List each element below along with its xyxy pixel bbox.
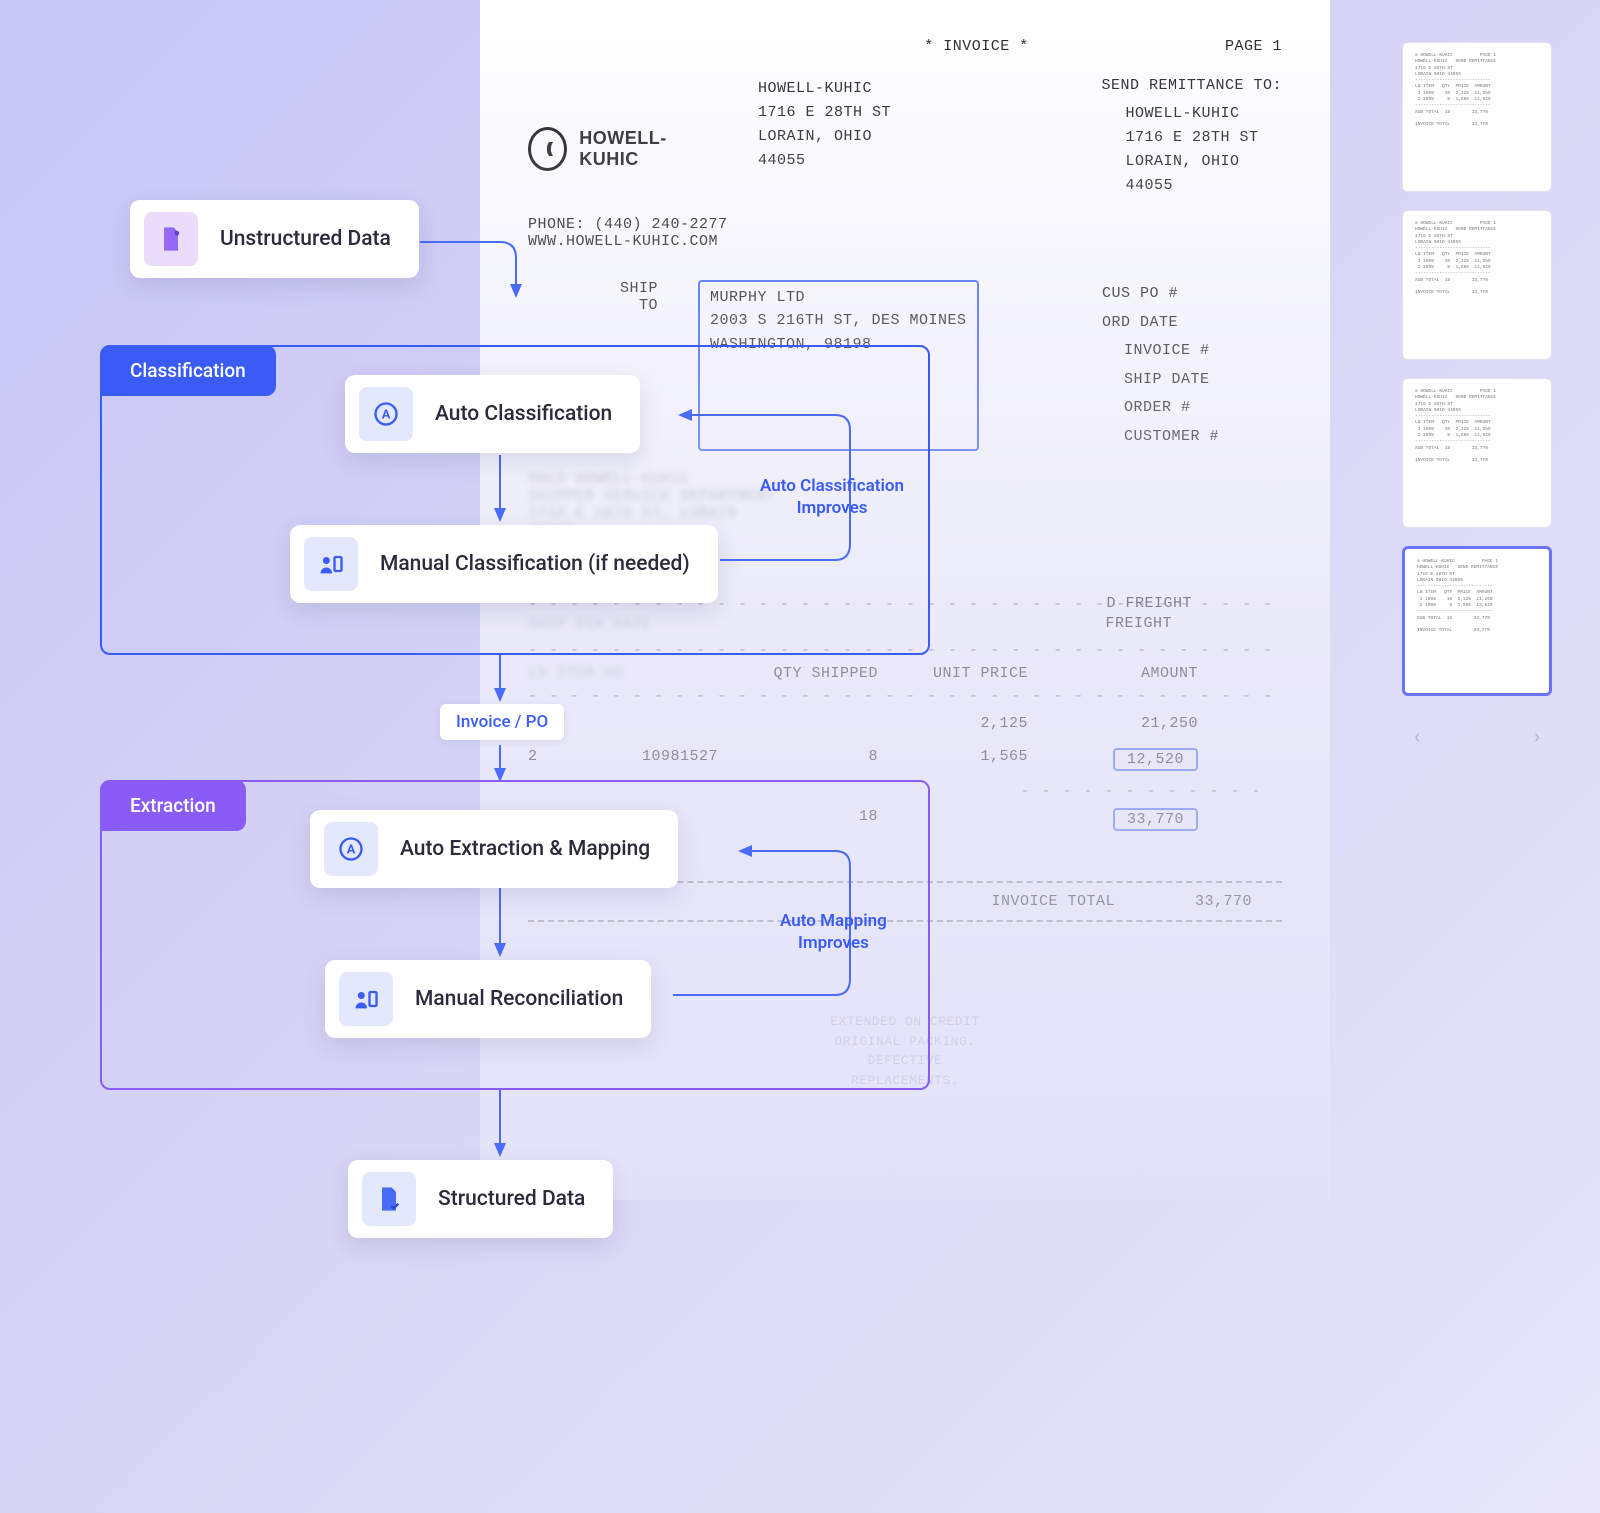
line-amount: 21,250 (1028, 715, 1198, 732)
thumbnail-nav: ‹ › (1402, 724, 1552, 748)
thumbnail[interactable]: ⊙ HOWELL-KUHIC PAGE 1 HOWELL-KUHIC SEND … (1402, 378, 1552, 528)
card-label: Auto Extraction & Mapping (400, 837, 650, 861)
card-label: Manual Reconciliation (415, 987, 623, 1011)
invoice-po-pill: Invoice / PO (440, 704, 564, 740)
manual-reconciliation-card: Manual Reconciliation (325, 960, 651, 1038)
manual-icon (339, 972, 393, 1026)
meta-order-no: ORDER # (1124, 394, 1282, 423)
extraction-tab: Extraction (100, 780, 246, 831)
tab-label: Classification (130, 359, 246, 382)
svg-text:A: A (347, 843, 356, 858)
remittance-address: HOWELL-KUHIC 1716 E 28TH ST LORAIN, OHIO… (1125, 102, 1282, 198)
thumbnail[interactable]: ⊙ HOWELL-KUHIC PAGE 1 HOWELL-KUHIC SEND … (1402, 42, 1552, 192)
pill-label: Invoice / PO (456, 712, 548, 732)
document-check-icon (362, 1172, 416, 1226)
prev-thumbnail-icon[interactable]: ‹ (1414, 724, 1420, 748)
classification-feedback-label: Auto Classification Improves (760, 475, 904, 519)
subtotal-amount-highlight: 33,770 (1113, 808, 1198, 831)
meta-ship-date: SHIP DATE (1124, 366, 1282, 395)
auto-icon: A (359, 387, 413, 441)
remittance-label: SEND REMITTANCE TO: (1101, 77, 1282, 94)
company-address: HOWELL-KUHIC 1716 E 28TH ST LORAIN, OHIO… (758, 77, 891, 198)
meta-customer-no: CUSTOMER # (1124, 423, 1282, 452)
company-name: HOWELL-KUHIC (579, 128, 708, 170)
card-label: Unstructured Data (220, 227, 391, 251)
logo-mark-icon: ((( (528, 127, 567, 171)
meta-invoice-no: INVOICE # (1124, 337, 1282, 366)
freight-line-1: D FREIGHT (1106, 595, 1192, 612)
thumbnail-strip: ⊙ HOWELL-KUHIC PAGE 1 HOWELL-KUHIC SEND … (1402, 42, 1552, 748)
manual-icon (304, 537, 358, 591)
extraction-feedback-label: Auto Mapping Improves (780, 910, 887, 954)
invoice-total-label: INVOICE TOTAL (991, 893, 1115, 910)
flow-diagram: Unstructured Data Classification A Auto … (100, 200, 980, 1320)
svg-text:A: A (382, 408, 391, 423)
page-label: PAGE 1 (1225, 38, 1282, 55)
document-icon (144, 212, 198, 266)
tab-label: Extraction (130, 794, 216, 817)
line-amount-highlight: 12,520 (1113, 748, 1198, 771)
auto-classification-card: A Auto Classification (345, 375, 640, 453)
unstructured-data-card: Unstructured Data (130, 200, 419, 278)
manual-classification-card: Manual Classification (if needed) (290, 525, 718, 603)
structured-data-card: Structured Data (348, 1160, 613, 1238)
auto-extraction-card: A Auto Extraction & Mapping (310, 810, 678, 888)
thumbnail[interactable]: ⊙ HOWELL-KUHIC PAGE 1 HOWELL-KUHIC SEND … (1402, 210, 1552, 360)
col-amount: AMOUNT (1028, 665, 1198, 682)
auto-icon: A (324, 822, 378, 876)
invoice-total-amount: 33,770 (1195, 893, 1252, 910)
thumbnail-selected[interactable]: ⊙ HOWELL-KUHIC PAGE 1 HOWELL-KUHIC SEND … (1402, 546, 1552, 696)
company-logo: ((( HOWELL-KUHIC (528, 99, 708, 198)
meta-ord-date: ORD DATE (1102, 309, 1282, 338)
next-thumbnail-icon[interactable]: › (1534, 724, 1540, 748)
card-label: Manual Classification (if needed) (380, 552, 690, 576)
invoice-title: * INVOICE * (728, 38, 1225, 55)
card-label: Auto Classification (435, 402, 612, 426)
card-label: Structured Data (438, 1187, 585, 1211)
classification-tab: Classification (100, 345, 276, 396)
meta-cus-po: CUS PO # (1102, 280, 1282, 309)
